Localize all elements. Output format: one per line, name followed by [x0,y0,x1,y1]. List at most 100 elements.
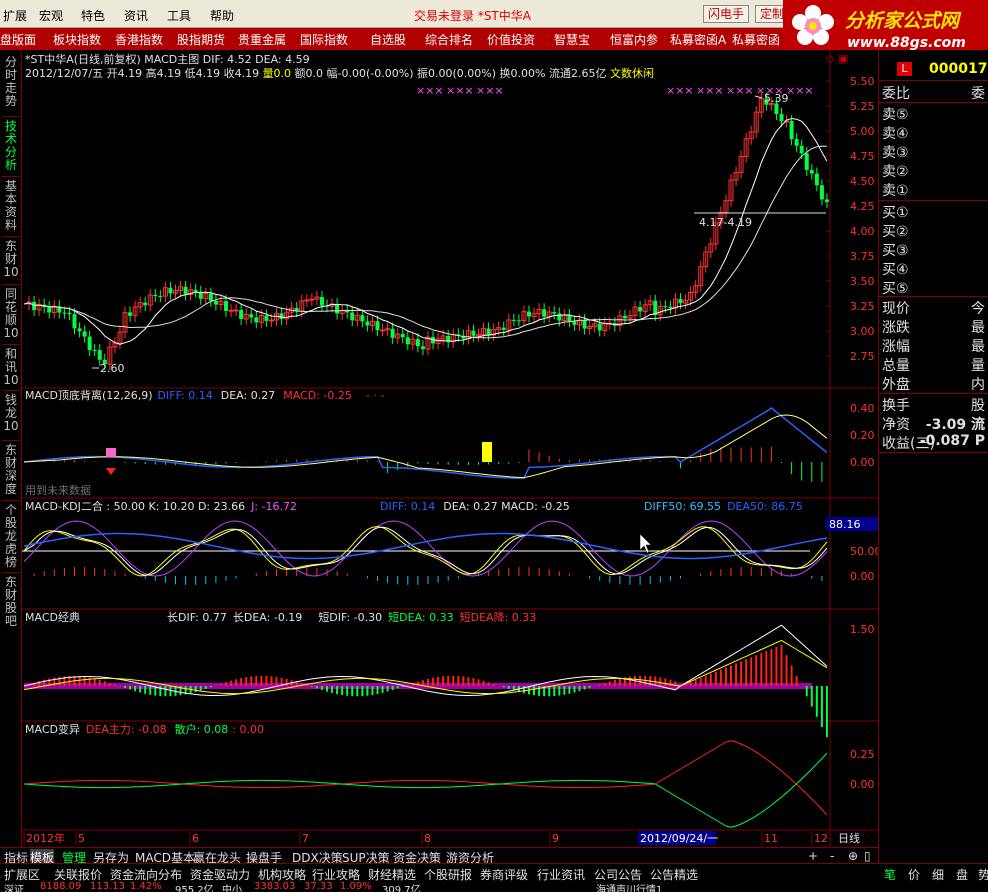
candle-body-down [319,297,324,306]
candle-body-down [597,323,602,331]
menu-special[interactable]: 特色 [81,7,105,24]
left-sidebar: 分时走势 技术分析 基本资料 东财10 同花顺10 和讯10 钱龙10 东财深度… [0,50,22,847]
indicator-charts[interactable]: 5.50 5.25 5.00 4.75 4.50 4.25 4.00 3.75 3.50 3.25… [22,50,878,847]
panel2-title: MACD顶底背离(12,26,9) [25,388,153,402]
sidebar-qianlong-10[interactable]: 钱龙10 [2,394,20,433]
chart-area[interactable]: 5.50 5.25 5.00 4.75 4.50 4.25 4.00 3.75 3.50 3.25… [22,50,878,847]
tab-panel[interactable]: 盘版面 [0,31,36,48]
rp-row-net-assets: 净资 -3.09 流 [882,417,985,433]
quote-panel: L 000017 委比委 卖⑤ 卖④ 卖③ 卖② 卖① 买① 买② 买③ 买④ … [878,50,988,863]
candle-body-down [153,294,158,297]
tab-index-futures[interactable]: 股指期货 [177,31,225,48]
tab-value-invest[interactable]: 价值投资 [487,31,535,48]
panel4-short-dea-down: 短DEA降: 0.33 [460,610,537,624]
quote-tag: 文数休闲 [610,66,654,80]
tab-watchlist[interactable]: 自选股 [370,31,406,48]
rp-row-bid2: 买② [882,224,909,240]
candle-body-down [663,306,668,308]
rp-row-change-pct: 涨幅最 [882,339,985,355]
ticker-sme-index: 3383.03 [254,881,296,892]
candle-body-down [224,301,228,311]
quote-line: 2012/12/07/五 开4.19 高4.19 低4.19 收4.19 量0.… [25,66,654,80]
candle-body-down [239,309,244,319]
future-data-note: 用到未来数据 [25,483,91,497]
panel5-main: DEA主力: -0.08 [86,723,167,736]
x-axis-label: 12 [814,832,828,845]
menu-info[interactable]: 资讯 [124,7,148,24]
panel4-long-dea: 长DEA: -0.19 [233,611,302,624]
candle-body-up [309,298,315,301]
tab-precious-metals[interactable]: 贵重金属 [238,31,286,48]
menu-extend[interactable]: 扩展 [3,7,27,24]
panel4-legend: 长DIF: 0.77 长DEA: -0.19 短DIF: -0.30 短DEA: 0.… [167,610,536,624]
chart-options-icon[interactable]: ◇ ▣ [826,52,848,65]
panel2-macd: MACD: -0.25 [283,389,352,402]
candle-body-down [415,339,420,347]
candle-body-down [542,309,547,317]
sidebar-guba[interactable]: 东财股吧 [2,576,20,628]
candle-body-down [527,311,531,317]
menu-help[interactable]: 帮助 [210,7,234,24]
chart-settings-icon[interactable]: ⊕ [848,849,858,863]
candle-body-down [143,302,148,306]
rp-row-ask1: 卖① [882,183,909,199]
tab-smart[interactable]: 智慧宝 [554,31,590,48]
panel3-legend: MACD-KDJ二合 : 50.00 K: 10.20 D: 23.66 J: -… [25,499,297,513]
tab-insider[interactable]: 恒富内参 [610,31,658,48]
candle-body-up [228,309,234,312]
quote-prices: 2012/12/07/五 开4.19 高4.19 低4.19 收4.19 [25,66,263,80]
ticker-sz-label: 深证 [4,885,24,892]
candle-body-up [268,319,274,322]
panel4-short-dif: 短DIF: -0.30 [318,610,382,624]
sidebar-technical[interactable]: 技术分析 [2,120,20,172]
sidebar-eastmoney-depth[interactable]: 东财深度 [2,444,20,496]
tab-hk-index[interactable]: 香港指数 [115,31,163,48]
period-label[interactable]: 日线 [838,831,860,845]
zoom-out-button[interactable]: - [830,849,834,863]
tab-private-a[interactable]: 私募密函A [670,31,726,48]
menu-macro[interactable]: 宏观 [39,7,63,24]
x-axis-label: 5 [78,832,85,845]
candle-body-down [87,336,92,350]
candle-body-down [375,321,380,331]
panel4-y-tick: 1.50 [850,623,875,636]
panel2-y-tick: 0.20 [850,429,875,442]
market-tab-bar: 盘版面 板块指数 香港指数 股指期货 贵重金属 国际指数 自选股 综合排名 价值… [0,28,783,62]
sidebar-fundamentals[interactable]: 基本资料 [2,180,20,232]
panel5-y-tick: 0.25 [850,748,875,761]
tab-sector-index[interactable]: 板块指数 [53,31,101,48]
candle-body-down [62,312,67,314]
sidebar-intraday[interactable]: 分时走势 [2,56,20,108]
rp-row-ask5: 卖⑤ [882,107,909,123]
sidebar-dragon-tiger[interactable]: 个股龙虎榜 [2,504,20,569]
candle-body-down [77,328,82,332]
candle-body-down [390,328,395,338]
flower-logo-icon [792,5,834,45]
ticker-sme-change: 37.33 [304,881,333,892]
panel3-j: J: -16.72 [250,500,297,513]
candle-body-down [789,121,794,140]
candle-body-down [254,317,259,323]
info-tab-bar: 扩展区 关联报价 资金流向分布 资金驱动力 机构攻略 行业攻略 财经精选 个股研… [0,863,988,882]
signal-marker: ××× [726,84,754,97]
sidebar-hexun-10[interactable]: 和讯10 [2,348,20,387]
sidebar-ths-10[interactable]: 同花顺10 [2,288,20,340]
flash-trade-button[interactable]: 闪电手 [703,5,750,23]
menu-tools[interactable]: 工具 [167,7,191,24]
sidebar-eastmoney-10[interactable]: 东财10 [2,240,20,279]
signal-marker: ××× [666,84,694,97]
zoom-in-button[interactable]: + [808,849,818,863]
candle-body-down [360,315,365,322]
rp-row-volume: 总量量 [882,358,985,374]
x-axis-label: 11 [764,832,778,845]
y-tick-label: 4.00 [850,225,875,238]
tab-intl-index[interactable]: 国际指数 [300,31,348,48]
tab-ranking[interactable]: 综合排名 [425,31,473,48]
candle-body-down [365,321,370,326]
close-panel-icon[interactable]: ▯ [864,849,871,863]
candle-body-down [350,312,355,321]
range-label: 4.17-4.19 [699,216,752,229]
panel2-diff: DIFF: 0.14 [158,389,213,402]
quote-stats: 额0.0 幅-0.00(-0.00%) 振0.00(0.00%) 换0.00% … [291,66,610,80]
main-panel-header: *ST中华A(日线,前复权) MACD主图 DIF: 4.52 DEA: 4.5… [25,52,310,66]
